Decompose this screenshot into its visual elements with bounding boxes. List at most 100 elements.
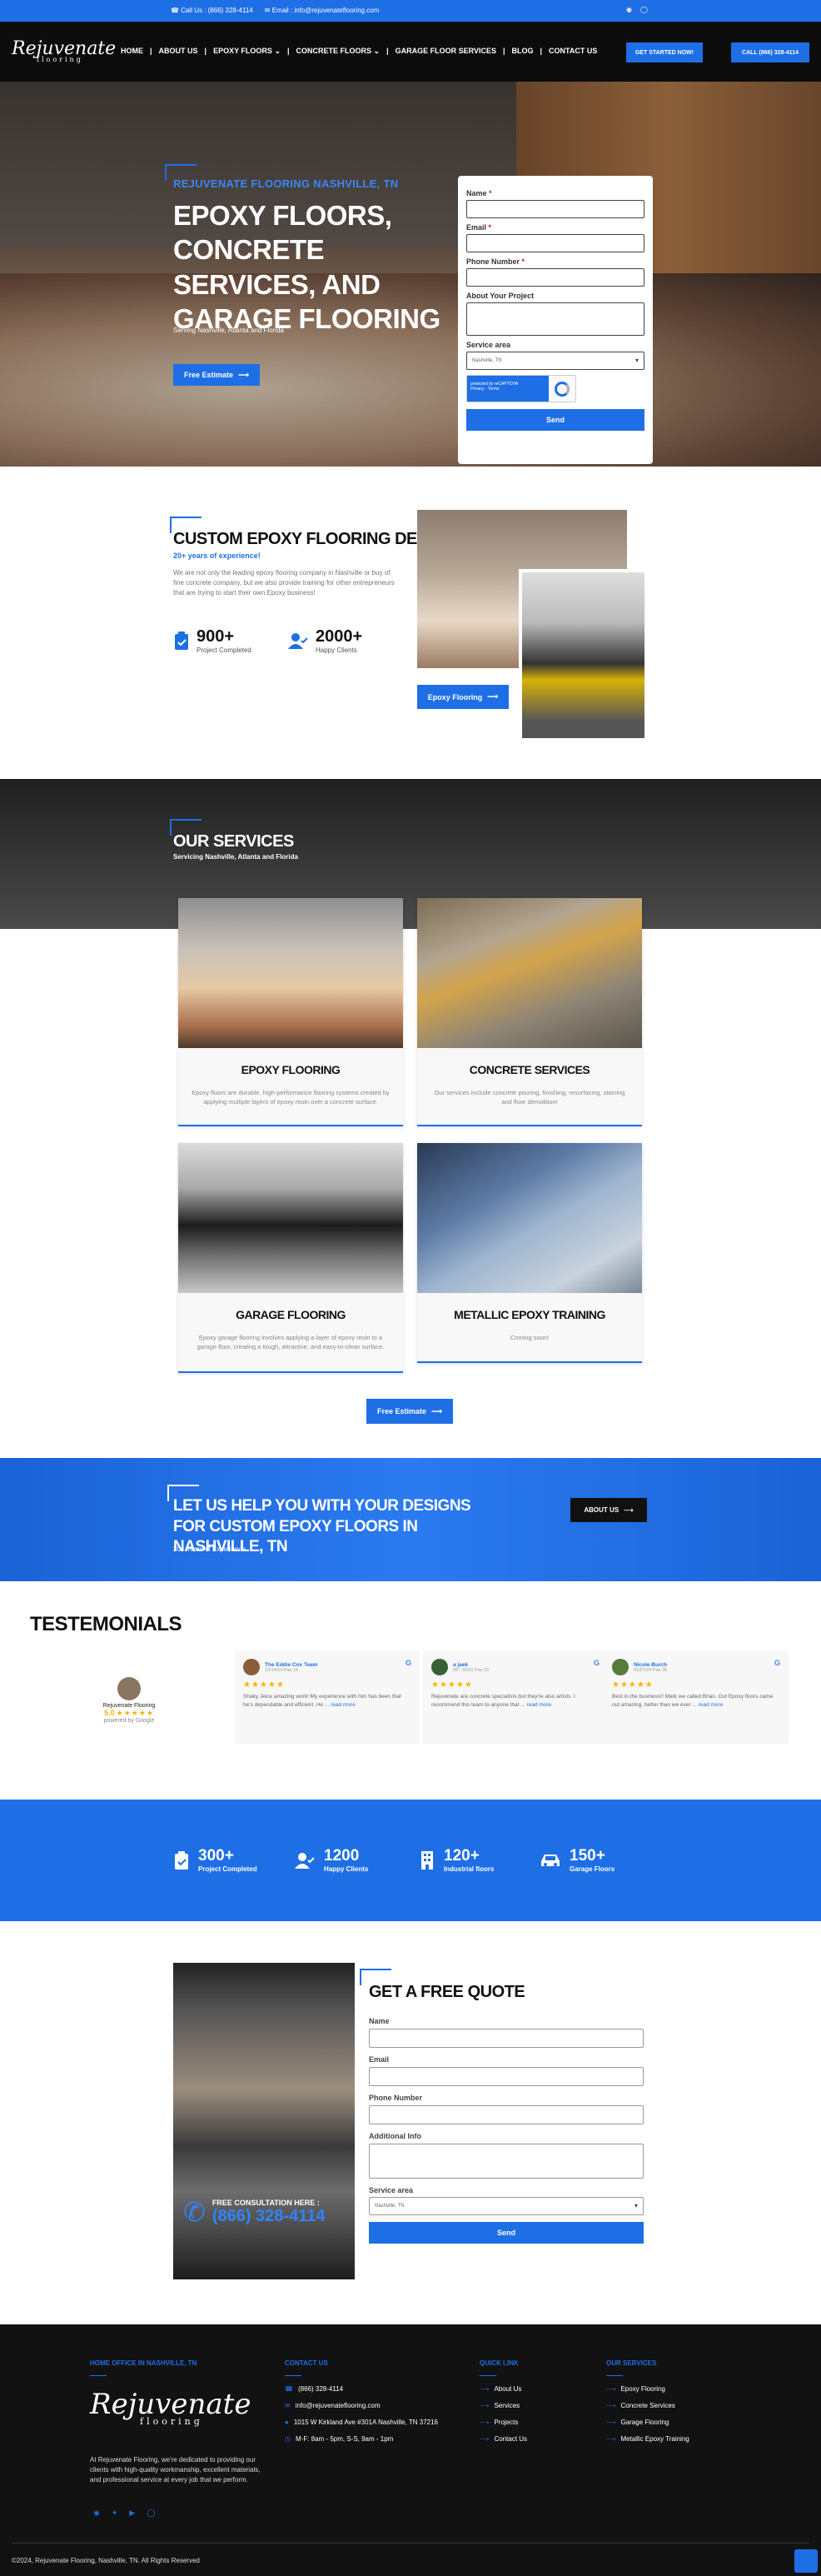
phone-field[interactable] bbox=[466, 268, 644, 287]
phone-link[interactable]: ☎ Call Us : (866) 328-4114 bbox=[171, 7, 253, 14]
name-field[interactable] bbox=[466, 200, 644, 218]
email-field[interactable] bbox=[466, 234, 644, 252]
footer-hours: ◷M-F: 8am - 5pm, S-S, 9am - 1pm bbox=[285, 2435, 438, 2443]
site-logo[interactable]: Rejuvenateflooring bbox=[12, 38, 116, 63]
clients-stat: 2000+Happy Clients bbox=[287, 627, 362, 654]
about-us-label: ABOUT US bbox=[584, 1506, 619, 1514]
arrow-right-icon: ⟶ bbox=[480, 2385, 489, 2393]
arrow-right-icon: ⟶ bbox=[480, 2402, 489, 2409]
read-more-link[interactable]: read more bbox=[527, 1702, 552, 1708]
service-area-label: Service area bbox=[466, 341, 644, 349]
avatar bbox=[117, 1677, 141, 1700]
email-link[interactable]: ✉ Email : info@rejuvenateflooring.com bbox=[265, 7, 380, 14]
custom-paragraph: We are not only the leading epoxy floori… bbox=[173, 568, 400, 598]
nav-concrete-floors-label: CONCRETE FLOORS bbox=[296, 47, 372, 55]
recaptcha-badge[interactable] bbox=[794, 2549, 818, 2573]
footer-service-label: Epoxy Flooring bbox=[620, 2385, 664, 2393]
twitter-icon[interactable]: ✦ bbox=[112, 2509, 118, 2518]
footer-phone[interactable]: ☎(866) 328-4114 bbox=[285, 2385, 438, 2393]
service-card-training[interactable]: METALLIC EPOXY TRAINING Coming soon! bbox=[417, 1143, 642, 1363]
clients-label: Happy Clients bbox=[316, 646, 362, 654]
nav-concrete-floors[interactable]: CONCRETE FLOORS ⌄ bbox=[296, 47, 381, 56]
footer-service-training[interactable]: ⟶Metallic Epoxy Training bbox=[606, 2435, 689, 2443]
nav-garage-floor-services[interactable]: GARAGE FLOOR SERVICES bbox=[396, 47, 496, 56]
quote-email-field[interactable] bbox=[369, 2067, 644, 2086]
about-us-button[interactable]: ABOUT US ⟶ bbox=[570, 1498, 647, 1522]
reviewer-name[interactable]: Nicole Burch bbox=[634, 1662, 667, 1668]
location-icon: ● bbox=[285, 2419, 289, 2426]
nav-home[interactable]: HOME bbox=[121, 47, 143, 56]
footer-social: ◉ ✦ ▶ ◯ bbox=[93, 2509, 155, 2518]
help-cta-section: LET US HELP YOU WITH YOUR DESIGNS FOR CU… bbox=[0, 1458, 821, 1581]
facebook-icon[interactable]: ◉ bbox=[626, 6, 632, 13]
project-textarea[interactable] bbox=[466, 302, 644, 336]
phone-icon: ☎ bbox=[285, 2385, 293, 2393]
nav-about-us[interactable]: ABOUT US bbox=[159, 47, 198, 56]
epoxy-flooring-button[interactable]: Epoxy Flooring⟶ bbox=[417, 685, 509, 709]
free-consultation-callout[interactable]: ✆ FREE CONSULTATION HERE :(866) 328-4114 bbox=[183, 2196, 325, 2228]
footer-office-title: HOME OFFICE IN NASHVILLE, TN bbox=[90, 2359, 197, 2367]
star-rating-icons: ★★★★★ bbox=[117, 1709, 154, 1717]
nav-epoxy-floors[interactable]: EPOXY FLOORS ⌄ bbox=[213, 47, 281, 56]
arrow-right-icon: ⟶ bbox=[606, 2435, 615, 2443]
service-card-epoxy[interactable]: EPOXY FLOORING Epoxy floors are durable,… bbox=[178, 898, 403, 1126]
quote-phone-field[interactable] bbox=[369, 2105, 644, 2124]
phone-label-text: Phone Number bbox=[466, 257, 520, 266]
footer-link-services[interactable]: ⟶Services bbox=[480, 2402, 527, 2409]
footer-hours-text: M-F: 8am - 5pm, S-S, 9am - 1pm bbox=[296, 2435, 393, 2443]
hero-contact-form: Name * Email * Phone Number * About Your… bbox=[458, 176, 653, 464]
footer-services-column: OUR SERVICES ⟶Epoxy Flooring ⟶Concrete S… bbox=[606, 2359, 689, 2443]
quote-name-field[interactable] bbox=[369, 2029, 644, 2048]
nav-blog[interactable]: BLOG bbox=[512, 47, 534, 56]
youtube-icon[interactable]: ▶ bbox=[129, 2509, 135, 2518]
services-free-estimate-button[interactable]: Free Estimate⟶ bbox=[366, 1399, 453, 1424]
arrow-right-icon: ⟶ bbox=[624, 1506, 633, 1514]
quote-info-textarea[interactable] bbox=[369, 2144, 644, 2179]
free-quote-section: ✆ FREE CONSULTATION HERE :(866) 328-4114… bbox=[0, 1921, 821, 2324]
footer-email[interactable]: ✉info@rejuvenateflooring.com bbox=[285, 2402, 438, 2409]
footer-logo[interactable]: Rejuvenateflooring bbox=[90, 2388, 251, 2427]
footer-service-concrete[interactable]: ⟶Concrete Services bbox=[606, 2402, 689, 2409]
review-card: a jaek09 / 30/21 Pas 23 G ★★★★★ Rejuvena… bbox=[423, 1650, 608, 1744]
reviewer-name[interactable]: The Eddie Cox Team bbox=[265, 1662, 317, 1668]
instagram-icon[interactable]: ◯ bbox=[147, 2509, 155, 2518]
stat-number: 1200 bbox=[324, 1847, 368, 1865]
instagram-icon[interactable]: ◯ bbox=[640, 6, 648, 13]
footer-service-label: Concrete Services bbox=[620, 2402, 674, 2409]
star-rating-icons: ★★★★★ bbox=[243, 1680, 411, 1690]
stat-industrial: 120+Industrial floors bbox=[419, 1847, 494, 1873]
quote-service-label: Service area bbox=[369, 2186, 644, 2194]
facebook-icon[interactable]: ◉ bbox=[93, 2509, 100, 2518]
read-more-link[interactable]: read more bbox=[699, 1702, 724, 1708]
footer-contact-title: CONTACT US bbox=[285, 2359, 438, 2367]
footer-service-garage[interactable]: ⟶Garage Flooring bbox=[606, 2419, 689, 2426]
copyright: ©2024, Rejuvenate Flooring, Nashville, T… bbox=[12, 2557, 200, 2564]
footer-link-about[interactable]: ⟶About Us bbox=[480, 2385, 527, 2393]
service-card-garage[interactable]: GARAGE FLOORING Epoxy garage flooring in… bbox=[178, 1143, 403, 1373]
building-icon bbox=[419, 1850, 435, 1870]
call-button[interactable]: CALL (866) 328-4114 bbox=[731, 42, 809, 62]
review-card: Nicole Burch01/07/24 Pas 35 G ★★★★★ Best… bbox=[604, 1650, 789, 1744]
service-card-text: Our services include concrete pouring, f… bbox=[429, 1088, 630, 1107]
get-started-button[interactable]: GET STARTED NOW! bbox=[626, 42, 703, 62]
reviewer-name[interactable]: a jaek bbox=[453, 1662, 489, 1668]
footer-link-contact[interactable]: ⟶Contact Us bbox=[480, 2435, 527, 2443]
custom-subtitle: 20+ years of experience! bbox=[173, 552, 261, 560]
topbar-email-text: Email : info@rejuvenateflooring.com bbox=[272, 7, 380, 14]
stat-label: Project Completed bbox=[198, 1865, 257, 1873]
footer-link-label: Projects bbox=[494, 2419, 518, 2426]
footer-link-projects[interactable]: ⟶Projects bbox=[480, 2419, 527, 2426]
service-area-select[interactable]: Nashville, TN bbox=[466, 352, 644, 370]
quote-send-button[interactable]: Send bbox=[369, 2222, 644, 2244]
free-estimate-button[interactable]: Free Estimate⟶ bbox=[173, 364, 260, 386]
hero-send-button[interactable]: Send bbox=[466, 409, 644, 431]
footer-service-epoxy[interactable]: ⟶Epoxy Flooring bbox=[606, 2385, 689, 2393]
recaptcha-widget[interactable]: protected by reCAPTCHAPrivacy - Terms bbox=[466, 375, 576, 402]
google-icon: G bbox=[406, 1659, 411, 1667]
read-more-link[interactable]: read more bbox=[331, 1702, 356, 1708]
service-card-concrete[interactable]: CONCRETE SERVICES Our services include c… bbox=[417, 898, 642, 1126]
quote-service-select[interactable]: Nashville, TN bbox=[369, 2197, 644, 2215]
recaptcha-links[interactable]: Privacy - Terms bbox=[470, 387, 545, 392]
nav-contact-us[interactable]: CONTACT US bbox=[549, 47, 597, 56]
stats-band: 300+Project Completed 1200Happy Clients … bbox=[0, 1800, 821, 1921]
